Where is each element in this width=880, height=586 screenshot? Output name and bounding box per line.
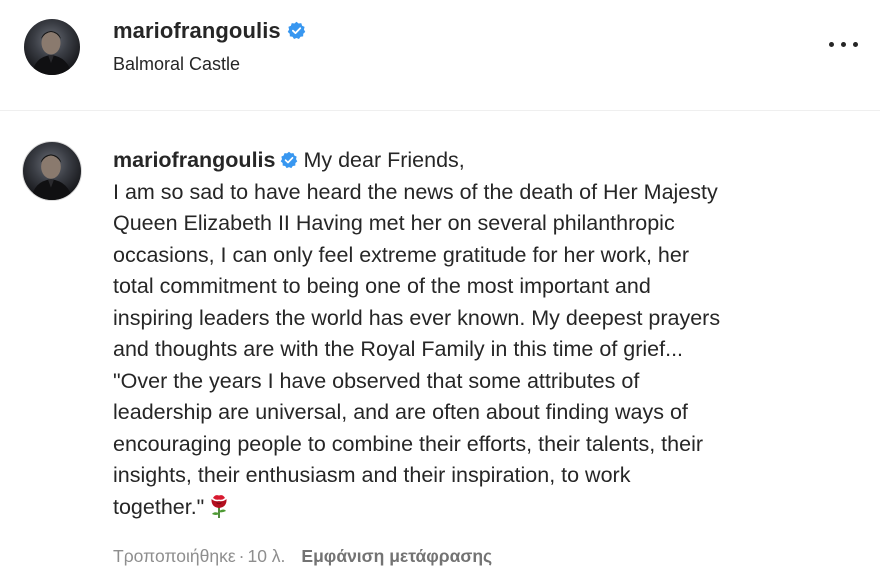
caption-meta: Τροποποιήθηκε · 10 λ. Εμφάνιση μετάφρασης (113, 546, 492, 567)
verified-badge-icon (280, 151, 298, 169)
caption-line: leadership are universal, and are often … (113, 400, 688, 424)
see-translation-button[interactable]: Εμφάνιση μετάφρασης (301, 546, 492, 566)
caption-text: mariofrangoulis My dear Friends, I am so… (113, 145, 853, 523)
post-header: mariofrangoulis Balmoral Castle (0, 0, 880, 111)
edited-label: Τροποποιήθηκε (113, 546, 236, 566)
caption-line: mariofrangoulis My dear Friends, (113, 145, 853, 177)
caption-line: total commitment to being one of the mos… (113, 274, 651, 298)
avatar-photo (32, 31, 72, 75)
caption-line-text: together." (113, 494, 205, 519)
caption-line: insights, their enthusiasm and their ins… (113, 463, 631, 487)
caption-line: and thoughts are with the Royal Family i… (113, 337, 684, 361)
meta-separator: · (238, 546, 245, 566)
caption-line: Queen Elizabeth II Having met her on sev… (113, 211, 675, 235)
rose-emoji-icon (208, 493, 230, 519)
timestamp[interactable]: 10 λ. (247, 546, 285, 566)
username-text[interactable]: mariofrangoulis (113, 18, 281, 43)
caption-line-text: My dear Friends, (303, 148, 465, 172)
caption-line: I am so sad to have heard the news of th… (113, 179, 718, 204)
header-username[interactable]: mariofrangoulis (113, 18, 306, 44)
caption-line: together." (113, 492, 853, 524)
comment-avatar[interactable] (22, 141, 82, 201)
caption-line: occasions, I can only feel extreme grati… (113, 242, 689, 267)
profile-avatar[interactable] (24, 19, 80, 75)
caption-line: encouraging people to combine their effo… (113, 431, 704, 456)
location-link[interactable]: Balmoral Castle (113, 54, 240, 75)
more-options-icon[interactable] (826, 34, 862, 54)
caption-line: "Over the years I have observed that som… (113, 368, 640, 393)
caption-line: inspiring leaders the world has ever kno… (113, 305, 721, 330)
caption-username[interactable]: mariofrangoulis (113, 148, 275, 172)
verified-badge-icon (287, 21, 306, 40)
avatar-photo (31, 154, 73, 200)
